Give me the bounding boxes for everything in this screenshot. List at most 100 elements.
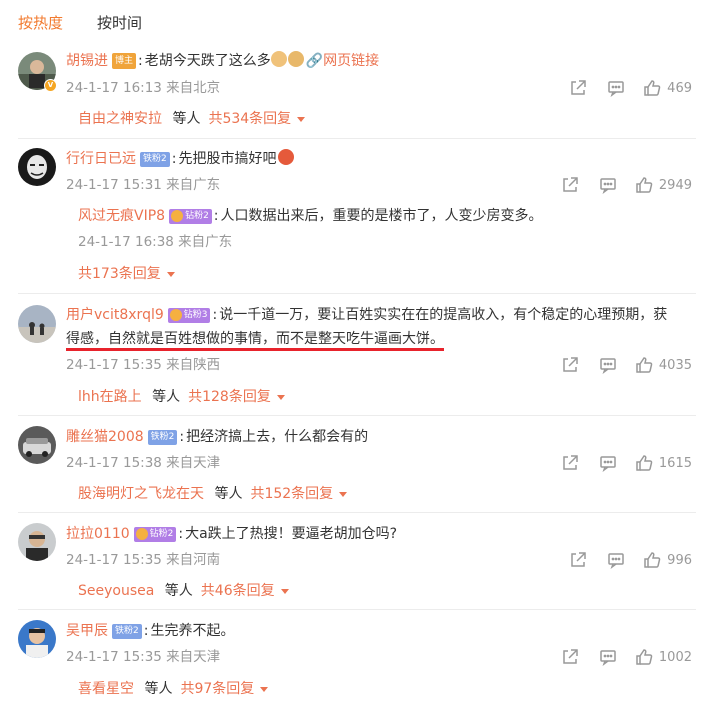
avatar[interactable] xyxy=(18,148,56,186)
reply-summary: 共173条回复 xyxy=(78,263,175,285)
reply-count-link[interactable]: 共534条回复 xyxy=(208,111,291,127)
comment-icon[interactable] xyxy=(599,176,617,194)
comment-username[interactable]: 行行日已远 xyxy=(66,151,136,167)
reply-username[interactable]: lhh在路上 xyxy=(78,389,142,405)
like-count: 1615 xyxy=(658,455,692,471)
fan-badge: 钻粉3 xyxy=(167,308,211,323)
fan-badge: 铁粉2 xyxy=(147,430,178,445)
like-button[interactable]: 2949 xyxy=(635,176,692,194)
comment-line: 胡锡进 博主: 老胡今天跌了这么多 🔗网页链接 xyxy=(66,51,380,69)
sub-reply-username[interactable]: 风过无痕VIP8 xyxy=(78,208,165,224)
avatar[interactable] xyxy=(18,620,56,658)
chevron-down-icon[interactable] xyxy=(339,491,348,497)
comment-text: 把经济搞上去，什么都会有的 xyxy=(186,429,369,445)
chevron-down-icon[interactable] xyxy=(260,686,269,692)
reply-summary: lhh在路上 等人 共128条回复 xyxy=(78,386,285,408)
divider xyxy=(18,293,696,294)
reply-username[interactable]: Seeyousea xyxy=(78,583,154,599)
fan-badge: 钻粉2 xyxy=(169,209,212,224)
share-icon[interactable] xyxy=(569,79,587,97)
like-count: 4035 xyxy=(658,357,692,373)
tab-by-hot[interactable]: 按热度 xyxy=(18,12,63,33)
like-button[interactable]: 1615 xyxy=(635,454,692,472)
divider xyxy=(18,415,696,416)
reply-etc-label: 等人 xyxy=(152,389,181,405)
fan-badge: 钻粉2 xyxy=(133,527,177,542)
comment-username[interactable]: 拉拉0110 xyxy=(66,526,130,542)
reply-username[interactable]: 股海明灯之飞龙在天 xyxy=(78,486,204,502)
like-count: 1002 xyxy=(658,649,692,665)
like-icon xyxy=(636,357,653,373)
pray-emoji-icon xyxy=(287,51,304,67)
chevron-down-icon[interactable] xyxy=(276,394,285,400)
sub-reply-meta: 24-1-17 16:38 来自广东 xyxy=(78,234,233,250)
link-icon: 🔗 xyxy=(305,53,324,69)
reply-username[interactable]: 自由之神安拉 xyxy=(78,111,162,127)
comment-username[interactable]: 吴甲辰 xyxy=(66,623,108,639)
web-link[interactable]: 网页链接 xyxy=(323,53,379,69)
share-icon[interactable] xyxy=(569,551,587,569)
comment-icon[interactable] xyxy=(599,648,617,666)
like-button[interactable]: 469 xyxy=(643,79,692,97)
sort-tabs: 按热度 按时间 xyxy=(18,10,142,34)
comment-text-continued: 得感，自然就是百姓想做的事情，而不是整天吃牛逼画大饼。 xyxy=(66,327,444,351)
reply-count-link[interactable]: 共97条回复 xyxy=(180,681,254,697)
reply-summary: 喜看星空 等人 共97条回复 xyxy=(78,678,269,700)
like-button[interactable]: 1002 xyxy=(635,648,692,666)
comment-line: 吴甲辰 铁粉2: 生完养不起。 xyxy=(66,623,235,639)
reply-count-link[interactable]: 共46条回复 xyxy=(201,583,275,599)
reply-count-link[interactable]: 共128条回复 xyxy=(188,389,271,405)
comment-actions: 1615 xyxy=(561,453,692,473)
comment-line: 雕丝猫2008 铁粉2: 把经济搞上去，什么都会有的 xyxy=(66,429,369,445)
avatar[interactable] xyxy=(18,305,56,343)
reply-summary: 股海明灯之飞龙在天 等人 共152条回复 xyxy=(78,483,348,505)
share-icon[interactable] xyxy=(561,648,579,666)
comment-actions: 996 xyxy=(569,550,692,570)
comment-icon[interactable] xyxy=(599,356,617,374)
tab-by-time[interactable]: 按时间 xyxy=(97,12,142,33)
share-icon[interactable] xyxy=(561,356,579,374)
reply-etc-label: 等人 xyxy=(214,486,243,502)
pray-emoji-icon xyxy=(270,51,287,67)
like-button[interactable]: 4035 xyxy=(635,356,692,374)
avatar[interactable] xyxy=(18,523,56,561)
like-button[interactable]: 996 xyxy=(643,551,692,569)
divider xyxy=(18,512,696,513)
avatar[interactable] xyxy=(18,426,56,464)
sub-reply-text: 人口数据出来后，重要的是楼市了，人变少房变多。 xyxy=(220,208,543,224)
fan-badge: 铁粉2 xyxy=(112,624,142,639)
reply-etc-label: 等人 xyxy=(144,681,173,697)
like-count: 469 xyxy=(667,80,692,96)
comment-actions: 2949 xyxy=(561,175,692,195)
share-icon[interactable] xyxy=(561,176,579,194)
chevron-down-icon[interactable] xyxy=(166,271,175,277)
comment-meta: 24-1-17 15:35 来自陕西 xyxy=(66,357,221,373)
sub-reply-line: 风过无痕VIP8 钻粉2: 人口数据出来后，重要的是楼市了，人变少房变多。 xyxy=(78,208,543,224)
author-badge: 博主 xyxy=(112,53,137,69)
comment-text: 大a跌上了热搜！要逼老胡加仓吗? xyxy=(185,526,398,542)
comment-username[interactable]: 雕丝猫2008 xyxy=(66,429,144,445)
comment-username[interactable]: 胡锡进 xyxy=(66,53,108,69)
comment-meta: 24-1-17 15:38 来自天津 xyxy=(66,455,221,471)
comment-icon[interactable] xyxy=(607,79,625,97)
reply-summary: Seeyousea 等人 共46条回复 xyxy=(78,580,289,602)
reply-count-link[interactable]: 共173条回复 xyxy=(78,266,161,282)
comment-icon[interactable] xyxy=(599,454,617,472)
comment-icon[interactable] xyxy=(607,551,625,569)
chevron-down-icon[interactable] xyxy=(280,588,289,594)
comment-line: 用户vcit8xrql9 钻粉3: 说一千道一万，要让百姓实实在在的提高收入，有个稳… xyxy=(66,307,668,323)
chevron-down-icon[interactable] xyxy=(297,116,306,122)
comment-text: 生完养不起。 xyxy=(150,623,235,639)
comment-text: 先把股市搞好吧 xyxy=(178,151,277,167)
comment-meta: 24-1-17 15:35 来自河南 xyxy=(66,552,221,568)
comment-text: 得感，自然就是百姓想做的事情，而不是整天吃牛逼画大饼。 xyxy=(66,331,444,351)
share-icon[interactable] xyxy=(561,454,579,472)
like-icon xyxy=(636,455,653,471)
reply-count-link[interactable]: 共152条回复 xyxy=(250,486,333,502)
comment-line: 拉拉0110 钻粉2: 大a跌上了热搜！要逼老胡加仓吗? xyxy=(66,526,398,542)
fan-badge: 铁粉2 xyxy=(140,152,170,167)
reply-username[interactable]: 喜看星空 xyxy=(78,681,134,697)
comment-username[interactable]: 用户vcit8xrql9 xyxy=(66,307,164,323)
divider xyxy=(18,609,696,610)
like-count: 996 xyxy=(667,552,692,568)
